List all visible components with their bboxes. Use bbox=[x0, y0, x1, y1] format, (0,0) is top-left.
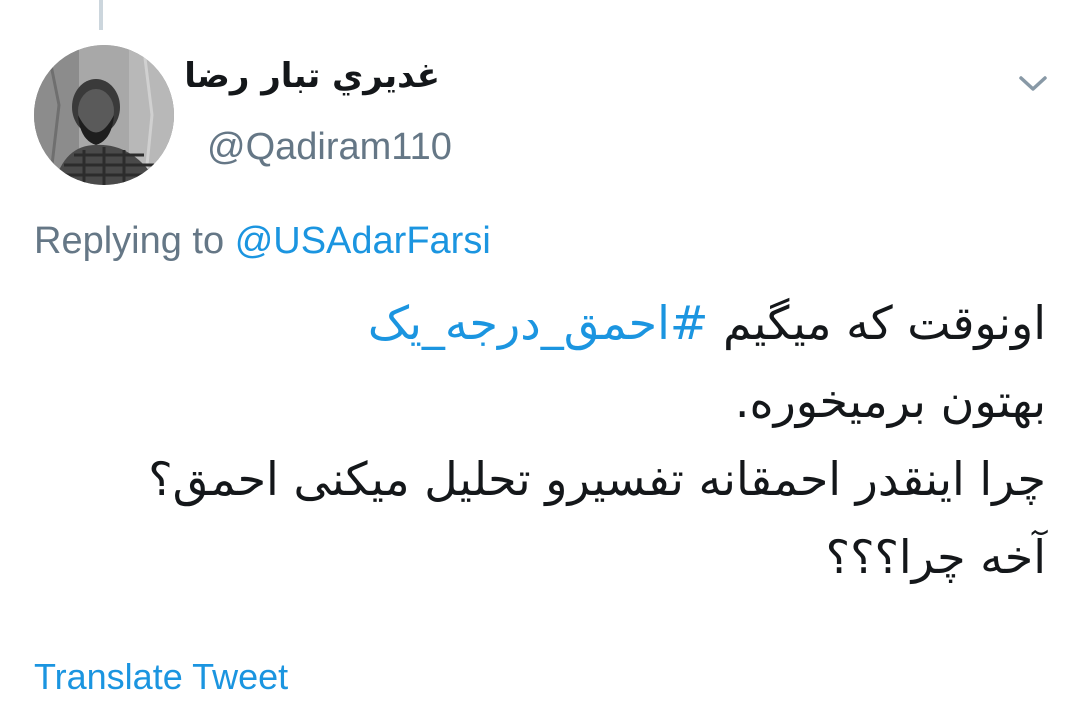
tweet-line-3: چرا اینقدر احمقانه تفسیرو تحلیل میکنی اح… bbox=[148, 452, 1046, 506]
author-handle[interactable]: @Qadiram110 bbox=[207, 126, 452, 169]
avatar-photo bbox=[34, 45, 174, 185]
tweet-line-2: بهتون برمیخوره. bbox=[734, 374, 1046, 428]
replying-to-label: Replying to bbox=[34, 220, 225, 262]
hashtag-link[interactable]: #احمق_درجه_یک bbox=[368, 296, 709, 350]
author-display-name[interactable]: غديري تبار رضا bbox=[184, 56, 440, 96]
chevron-down-icon[interactable] bbox=[1015, 68, 1051, 98]
tweet-line-1-text: اونوقت که میگیم bbox=[723, 296, 1046, 350]
avatar[interactable] bbox=[34, 45, 174, 185]
translate-tweet-link[interactable]: Translate Tweet bbox=[34, 656, 288, 698]
tweet-line-4: آخه چرا؟؟؟ bbox=[825, 530, 1046, 584]
tweet-text: اونوقت که میگیم #احمق_درجه_یک بهتون برمی… bbox=[36, 284, 1046, 596]
tweet-line-1: اونوقت که میگیم #احمق_درجه_یک bbox=[36, 284, 1046, 362]
thread-connector-line bbox=[99, 0, 103, 30]
reply-mention-link[interactable]: @USAdarFarsi bbox=[235, 220, 491, 262]
replying-to: Replying to @USAdarFarsi bbox=[34, 220, 491, 263]
